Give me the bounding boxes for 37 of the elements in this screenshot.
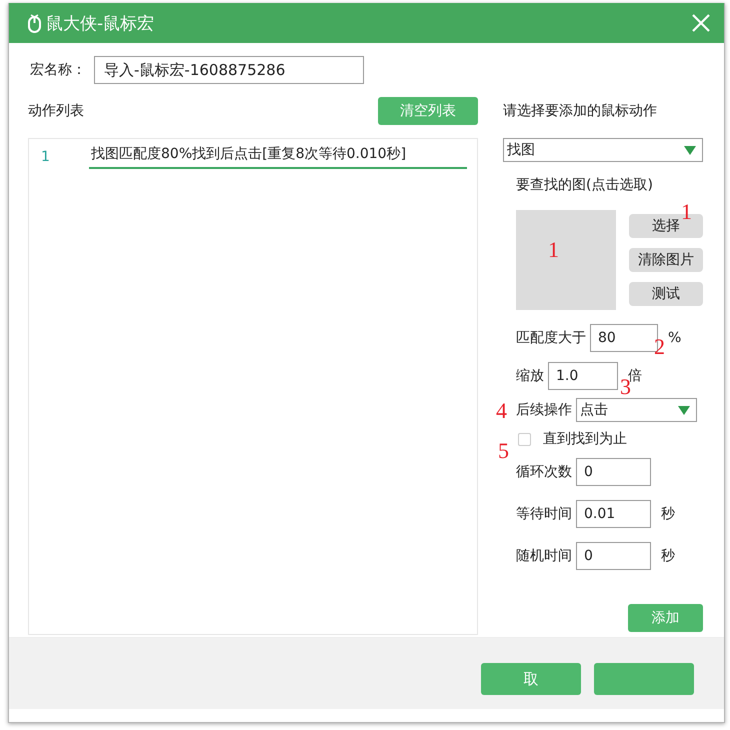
field-label: 后续操作: [516, 401, 572, 419]
close-icon: [692, 14, 710, 32]
mouse-icon: [27, 14, 42, 32]
input-field[interactable]: 0: [576, 542, 651, 570]
dropdown[interactable]: 点击: [576, 398, 697, 422]
image-label: 要查找的图(点击选取): [516, 176, 654, 195]
unit-label: 秒: [661, 505, 675, 523]
action-item[interactable]: 找图匹配度80%找到后点击[重复8次等待0.010秒]: [89, 145, 467, 169]
checkbox[interactable]: [518, 432, 531, 446]
unit-label: 倍: [628, 367, 642, 384]
input-field[interactable]: 1.0: [548, 362, 618, 390]
unit-label: 秒: [661, 547, 675, 565]
checkbox-label: 直到找到为止: [543, 430, 627, 448]
dropdown-arrow-icon: [678, 406, 690, 414]
field-label: 匹配度大于: [516, 329, 586, 347]
dropdown[interactable]: 找图: [503, 138, 703, 162]
annotation-number: 4: [496, 400, 507, 422]
input-field[interactable]: 0.01: [576, 500, 651, 528]
row-number: 1: [40, 149, 51, 165]
field-label: 缩放: [516, 367, 544, 385]
section-title: 请选择要添加的鼠标动作: [503, 102, 658, 121]
window-title: 鼠大侠-鼠标宏: [46, 12, 156, 34]
image-action-button[interactable]: 清除图片: [629, 248, 703, 272]
input-field[interactable]: 0: [576, 458, 651, 486]
unit-label: %: [668, 330, 682, 346]
annotation-number: 5: [498, 440, 509, 462]
annotation-number: 3: [620, 376, 631, 398]
annotation-number: 1: [548, 239, 559, 261]
field-label: 等待时间: [516, 505, 572, 523]
field-label: 随机时间: [516, 547, 572, 565]
field-label: 循环次数: [516, 463, 572, 481]
dropdown-arrow-icon: [684, 146, 696, 154]
macro-name-field[interactable]: 导入-鼠标宏-1608875286: [94, 56, 364, 84]
footer-button[interactable]: [594, 663, 694, 695]
field-label: 宏名称：: [30, 61, 87, 79]
section-title: 动作列表: [28, 102, 84, 120]
image-action-button[interactable]: 测试: [629, 282, 703, 306]
